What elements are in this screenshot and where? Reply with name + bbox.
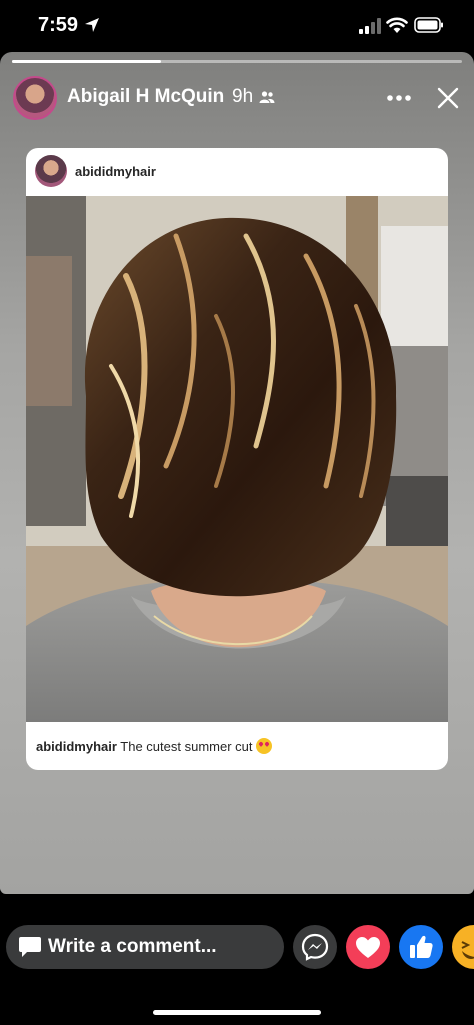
heart-eyes-emoji-icon	[256, 738, 273, 754]
haircut-photo-illustration	[26, 196, 448, 722]
signal-icon	[359, 18, 381, 34]
more-dots-icon[interactable]	[384, 86, 414, 110]
post-caption: abididmyhair The cutest summer cut	[36, 738, 436, 754]
messenger-button[interactable]	[293, 925, 337, 969]
friends-icon	[259, 91, 275, 103]
like-icon	[410, 935, 433, 958]
card-username[interactable]: abididmyhair	[75, 164, 156, 179]
comment-input[interactable]: Write a comment...	[6, 925, 284, 969]
messenger-icon	[301, 933, 329, 961]
haha-icon	[461, 941, 474, 959]
location-arrow-icon	[85, 18, 99, 32]
love-reaction-button[interactable]	[346, 925, 390, 969]
story-viewer[interactable]: Abigail H McQuin 9h abididmyhair abididm…	[0, 52, 474, 894]
close-icon[interactable]	[434, 84, 462, 112]
caption-username[interactable]: abididmyhair	[36, 739, 117, 754]
shared-post-card[interactable]: abididmyhair abididmyhair The cutest sum…	[26, 148, 448, 770]
love-icon	[356, 937, 380, 958]
home-indicator[interactable]	[153, 1010, 321, 1015]
status-time: 7:59	[38, 14, 79, 36]
story-progress-fill	[12, 60, 161, 63]
author-name[interactable]: Abigail H McQuin	[67, 86, 224, 108]
wifi-icon	[386, 17, 408, 33]
caption-text: The cutest summer cut	[116, 739, 253, 754]
status-bar: 7:59	[0, 0, 474, 52]
story-header: Abigail H McQuin 9h	[0, 74, 474, 124]
card-header: abididmyhair	[26, 148, 448, 196]
story-progress-bar	[12, 60, 462, 63]
post-photo[interactable]	[26, 196, 448, 722]
haha-reaction-button[interactable]	[452, 925, 474, 969]
post-time: 9h	[232, 86, 254, 107]
battery-icon	[414, 17, 443, 33]
comment-bubble-icon	[19, 937, 41, 957]
like-reaction-button[interactable]	[399, 925, 443, 969]
card-avatar[interactable]	[35, 155, 67, 187]
reply-bar: Write a comment...	[0, 894, 474, 1025]
comment-placeholder: Write a comment...	[48, 936, 217, 957]
author-avatar[interactable]	[13, 76, 57, 120]
